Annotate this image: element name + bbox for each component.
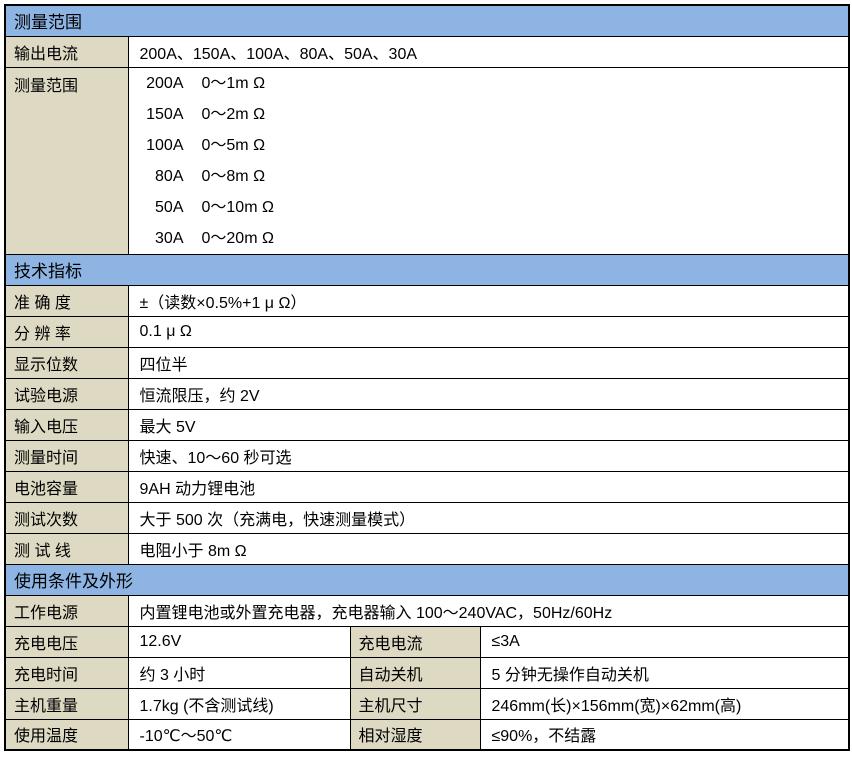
row-label-test-power: 试验电源 xyxy=(5,378,128,409)
row-value-operating-temp: -10℃～50℃ xyxy=(128,719,350,750)
page: 测量范围 输出电流 200A、150A、100A、80A、50A、30A 测量范… xyxy=(0,0,852,755)
row-value-host-weight: 1.7kg (不含测试线) xyxy=(128,688,350,719)
range-line: 150A 0～2m Ω xyxy=(129,99,849,130)
row-label-accuracy: 准 确 度 xyxy=(5,285,128,316)
row-value-charge-time: 约 3 小时 xyxy=(128,657,350,688)
range-value: 0～5m Ω xyxy=(202,137,266,154)
row-label-host-size: 主机尺寸 xyxy=(350,688,480,719)
row-label-auto-shutdown: 自动关机 xyxy=(350,657,480,688)
row-label-measure-time: 测量时间 xyxy=(5,440,128,471)
table-row: 测 试 线 电阻小于 8m Ω xyxy=(5,533,849,564)
table-row: 准 确 度 ±（读数×0.5%+1 μ Ω） xyxy=(5,285,849,316)
row-label-relative-humidity: 相对湿度 xyxy=(350,719,480,750)
row-value-accuracy: ±（读数×0.5%+1 μ Ω） xyxy=(128,285,849,316)
table-row: 工作电源 内置锂电池或外置充电器，充电器输入 100～240VAC，50Hz/6… xyxy=(5,595,849,626)
range-current: 30A xyxy=(140,223,184,254)
section-header-usage-conditions: 使用条件及外形 xyxy=(5,564,849,595)
range-value: 0～2m Ω xyxy=(202,106,266,123)
row-value-input-voltage: 最大 5V xyxy=(128,409,849,440)
range-current: 100A xyxy=(140,130,184,161)
range-current: 50A xyxy=(140,192,184,223)
range-line: 50A 0～10m Ω xyxy=(129,192,849,223)
range-line: 200A 0～1m Ω xyxy=(129,68,849,99)
table-row: 试验电源 恒流限压，约 2V xyxy=(5,378,849,409)
row-value-resolution: 0.1 μ Ω xyxy=(128,316,849,347)
row-value-working-power: 内置锂电池或外置充电器，充电器输入 100～240VAC，50Hz/60Hz xyxy=(128,595,849,626)
row-value-relative-humidity: ≤90%，不结露 xyxy=(480,719,849,750)
row-label-operating-temp: 使用温度 xyxy=(5,719,128,750)
row-value-test-leads: 电阻小于 8m Ω xyxy=(128,533,849,564)
range-value: 0～1m Ω xyxy=(202,75,266,92)
table-row: 电池容量 9AH 动力锂电池 xyxy=(5,471,849,502)
row-label-host-weight: 主机重量 xyxy=(5,688,128,719)
section-header-tech-specs: 技术指标 xyxy=(5,254,849,285)
row-label-working-power: 工作电源 xyxy=(5,595,128,626)
row-value-charge-voltage: 12.6V xyxy=(128,626,350,657)
table-row: 输出电流 200A、150A、100A、80A、50A、30A xyxy=(5,36,849,67)
section-title: 技术指标 xyxy=(5,254,849,285)
table-row: 主机重量 1.7kg (不含测试线) 主机尺寸 246mm(长)×156mm(宽… xyxy=(5,688,849,719)
row-value-measure-time: 快速、10～60 秒可选 xyxy=(128,440,849,471)
range-current: 80A xyxy=(140,161,184,192)
row-label-output-current: 输出电流 xyxy=(5,36,128,67)
range-current: 200A xyxy=(140,68,184,99)
row-value-measure-range: 200A 0～1m Ω 150A 0～2m Ω 100A 0～5m Ω 80A 0～8m… xyxy=(128,67,849,254)
row-label-charge-current: 充电电流 xyxy=(350,626,480,657)
row-label-charge-voltage: 充电电压 xyxy=(5,626,128,657)
range-value: 0～20m Ω xyxy=(202,230,274,247)
range-line: 30A 0～20m Ω xyxy=(129,223,849,254)
table-row: 测量时间 快速、10～60 秒可选 xyxy=(5,440,849,471)
table-row: 充电电压 12.6V 充电电流 ≤3A xyxy=(5,626,849,657)
row-label-test-leads: 测 试 线 xyxy=(5,533,128,564)
table-row: 显示位数 四位半 xyxy=(5,347,849,378)
range-line: 80A 0～8m Ω xyxy=(129,161,849,192)
spec-table: 测量范围 输出电流 200A、150A、100A、80A、50A、30A 测量范… xyxy=(4,4,850,751)
range-line: 100A 0～5m Ω xyxy=(129,130,849,161)
table-row: 使用温度 -10℃～50℃ 相对湿度 ≤90%，不结露 xyxy=(5,719,849,750)
section-title: 使用条件及外形 xyxy=(5,564,849,595)
row-value-host-size: 246mm(长)×156mm(宽)×62mm(高) xyxy=(480,688,849,719)
range-current: 150A xyxy=(140,99,184,130)
section-title: 测量范围 xyxy=(5,5,849,36)
section-header-measure-range: 测量范围 xyxy=(5,5,849,36)
row-label-input-voltage: 输入电压 xyxy=(5,409,128,440)
table-row: 充电时间 约 3 小时 自动关机 5 分钟无操作自动关机 xyxy=(5,657,849,688)
range-value: 0～10m Ω xyxy=(202,199,274,216)
table-row: 测试次数 大于 500 次（充满电，快速测量模式） xyxy=(5,502,849,533)
row-value-output-current: 200A、150A、100A、80A、50A、30A xyxy=(128,36,849,67)
row-label-charge-time: 充电时间 xyxy=(5,657,128,688)
table-row: 输入电压 最大 5V xyxy=(5,409,849,440)
row-label-test-count: 测试次数 xyxy=(5,502,128,533)
row-label-measure-range: 测量范围 xyxy=(5,67,128,254)
row-value-test-count: 大于 500 次（充满电，快速测量模式） xyxy=(128,502,849,533)
row-label-resolution: 分 辨 率 xyxy=(5,316,128,347)
table-row: 测量范围 200A 0～1m Ω 150A 0～2m Ω 100A 0～5m Ω 80… xyxy=(5,67,849,254)
row-value-display-digits: 四位半 xyxy=(128,347,849,378)
table-row: 分 辨 率 0.1 μ Ω xyxy=(5,316,849,347)
row-value-test-power: 恒流限压，约 2V xyxy=(128,378,849,409)
range-value: 0～8m Ω xyxy=(202,168,266,185)
row-value-auto-shutdown: 5 分钟无操作自动关机 xyxy=(480,657,849,688)
row-value-battery-capacity: 9AH 动力锂电池 xyxy=(128,471,849,502)
row-label-display-digits: 显示位数 xyxy=(5,347,128,378)
row-value-charge-current: ≤3A xyxy=(480,626,849,657)
row-label-battery-capacity: 电池容量 xyxy=(5,471,128,502)
